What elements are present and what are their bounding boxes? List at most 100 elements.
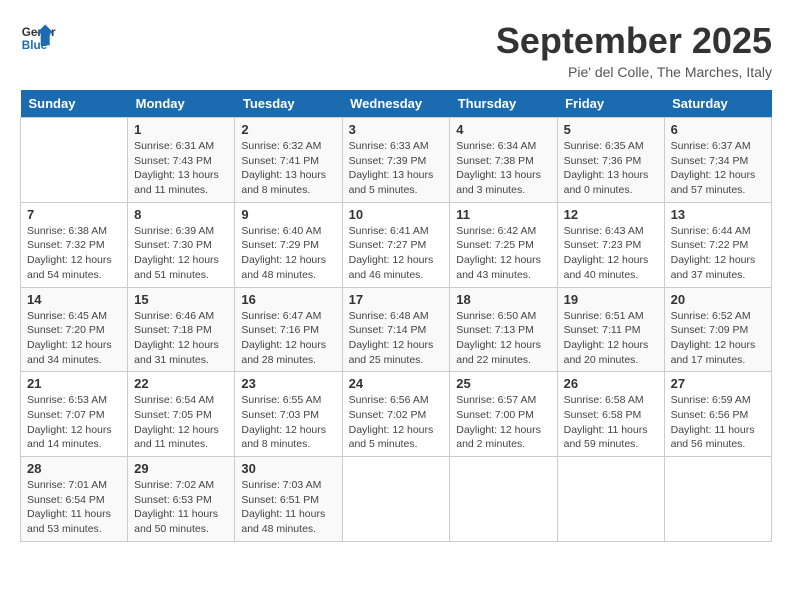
calendar-cell: 9 Sunrise: 6:40 AMSunset: 7:29 PMDayligh… — [235, 202, 342, 287]
day-number: 6 — [671, 122, 765, 137]
day-info: Sunrise: 6:52 AMSunset: 7:09 PMDaylight:… — [671, 309, 765, 368]
calendar-cell: 4 Sunrise: 6:34 AMSunset: 7:38 PMDayligh… — [450, 118, 557, 203]
day-number: 8 — [134, 207, 228, 222]
calendar-table: Sunday Monday Tuesday Wednesday Thursday… — [20, 90, 772, 542]
day-info: Sunrise: 6:44 AMSunset: 7:22 PMDaylight:… — [671, 224, 765, 283]
day-number: 17 — [349, 292, 444, 307]
day-number: 25 — [456, 376, 550, 391]
col-friday: Friday — [557, 90, 664, 118]
day-info: Sunrise: 6:32 AMSunset: 7:41 PMDaylight:… — [241, 139, 335, 198]
calendar-cell: 17 Sunrise: 6:48 AMSunset: 7:14 PMDaylig… — [342, 287, 450, 372]
calendar-cell — [21, 118, 128, 203]
day-number: 14 — [27, 292, 121, 307]
calendar-cell: 22 Sunrise: 6:54 AMSunset: 7:05 PMDaylig… — [128, 372, 235, 457]
calendar-cell — [664, 457, 771, 542]
day-number: 19 — [564, 292, 658, 307]
day-info: Sunrise: 6:41 AMSunset: 7:27 PMDaylight:… — [349, 224, 444, 283]
col-thursday: Thursday — [450, 90, 557, 118]
day-number: 5 — [564, 122, 658, 137]
day-info: Sunrise: 6:51 AMSunset: 7:11 PMDaylight:… — [564, 309, 658, 368]
calendar-cell: 12 Sunrise: 6:43 AMSunset: 7:23 PMDaylig… — [557, 202, 664, 287]
calendar-cell: 2 Sunrise: 6:32 AMSunset: 7:41 PMDayligh… — [235, 118, 342, 203]
calendar-cell: 15 Sunrise: 6:46 AMSunset: 7:18 PMDaylig… — [128, 287, 235, 372]
day-number: 2 — [241, 122, 335, 137]
day-info: Sunrise: 6:58 AMSunset: 6:58 PMDaylight:… — [564, 393, 658, 452]
day-number: 28 — [27, 461, 121, 476]
calendar-week-4: 28 Sunrise: 7:01 AMSunset: 6:54 PMDaylig… — [21, 457, 772, 542]
day-number: 23 — [241, 376, 335, 391]
day-info: Sunrise: 6:55 AMSunset: 7:03 PMDaylight:… — [241, 393, 335, 452]
day-info: Sunrise: 6:33 AMSunset: 7:39 PMDaylight:… — [349, 139, 444, 198]
day-number: 13 — [671, 207, 765, 222]
day-info: Sunrise: 6:50 AMSunset: 7:13 PMDaylight:… — [456, 309, 550, 368]
day-info: Sunrise: 6:57 AMSunset: 7:00 PMDaylight:… — [456, 393, 550, 452]
calendar-cell: 30 Sunrise: 7:03 AMSunset: 6:51 PMDaylig… — [235, 457, 342, 542]
header-row: Sunday Monday Tuesday Wednesday Thursday… — [21, 90, 772, 118]
day-info: Sunrise: 6:53 AMSunset: 7:07 PMDaylight:… — [27, 393, 121, 452]
calendar-week-1: 7 Sunrise: 6:38 AMSunset: 7:32 PMDayligh… — [21, 202, 772, 287]
day-number: 29 — [134, 461, 228, 476]
day-info: Sunrise: 6:43 AMSunset: 7:23 PMDaylight:… — [564, 224, 658, 283]
calendar-cell: 26 Sunrise: 6:58 AMSunset: 6:58 PMDaylig… — [557, 372, 664, 457]
day-info: Sunrise: 6:45 AMSunset: 7:20 PMDaylight:… — [27, 309, 121, 368]
calendar-cell: 24 Sunrise: 6:56 AMSunset: 7:02 PMDaylig… — [342, 372, 450, 457]
col-sunday: Sunday — [21, 90, 128, 118]
day-number: 26 — [564, 376, 658, 391]
calendar-cell: 3 Sunrise: 6:33 AMSunset: 7:39 PMDayligh… — [342, 118, 450, 203]
day-info: Sunrise: 6:34 AMSunset: 7:38 PMDaylight:… — [456, 139, 550, 198]
day-info: Sunrise: 6:37 AMSunset: 7:34 PMDaylight:… — [671, 139, 765, 198]
calendar-cell: 11 Sunrise: 6:42 AMSunset: 7:25 PMDaylig… — [450, 202, 557, 287]
calendar-cell: 14 Sunrise: 6:45 AMSunset: 7:20 PMDaylig… — [21, 287, 128, 372]
day-info: Sunrise: 6:47 AMSunset: 7:16 PMDaylight:… — [241, 309, 335, 368]
day-number: 22 — [134, 376, 228, 391]
location-subtitle: Pie' del Colle, The Marches, Italy — [496, 64, 772, 80]
day-info: Sunrise: 6:38 AMSunset: 7:32 PMDaylight:… — [27, 224, 121, 283]
calendar-cell: 1 Sunrise: 6:31 AMSunset: 7:43 PMDayligh… — [128, 118, 235, 203]
calendar-cell: 25 Sunrise: 6:57 AMSunset: 7:00 PMDaylig… — [450, 372, 557, 457]
day-info: Sunrise: 6:35 AMSunset: 7:36 PMDaylight:… — [564, 139, 658, 198]
calendar-week-2: 14 Sunrise: 6:45 AMSunset: 7:20 PMDaylig… — [21, 287, 772, 372]
calendar-week-3: 21 Sunrise: 6:53 AMSunset: 7:07 PMDaylig… — [21, 372, 772, 457]
day-number: 9 — [241, 207, 335, 222]
day-info: Sunrise: 6:46 AMSunset: 7:18 PMDaylight:… — [134, 309, 228, 368]
day-number: 1 — [134, 122, 228, 137]
day-info: Sunrise: 6:31 AMSunset: 7:43 PMDaylight:… — [134, 139, 228, 198]
day-info: Sunrise: 7:03 AMSunset: 6:51 PMDaylight:… — [241, 478, 335, 537]
day-number: 21 — [27, 376, 121, 391]
day-number: 30 — [241, 461, 335, 476]
calendar-cell: 27 Sunrise: 6:59 AMSunset: 6:56 PMDaylig… — [664, 372, 771, 457]
calendar-cell — [557, 457, 664, 542]
calendar-cell: 5 Sunrise: 6:35 AMSunset: 7:36 PMDayligh… — [557, 118, 664, 203]
calendar-cell: 20 Sunrise: 6:52 AMSunset: 7:09 PMDaylig… — [664, 287, 771, 372]
day-info: Sunrise: 6:42 AMSunset: 7:25 PMDaylight:… — [456, 224, 550, 283]
calendar-cell: 28 Sunrise: 7:01 AMSunset: 6:54 PMDaylig… — [21, 457, 128, 542]
day-number: 3 — [349, 122, 444, 137]
day-number: 11 — [456, 207, 550, 222]
calendar-cell: 18 Sunrise: 6:50 AMSunset: 7:13 PMDaylig… — [450, 287, 557, 372]
logo: General Blue — [20, 20, 56, 56]
day-number: 7 — [27, 207, 121, 222]
calendar-cell: 23 Sunrise: 6:55 AMSunset: 7:03 PMDaylig… — [235, 372, 342, 457]
header: General Blue September 2025 Pie' del Col… — [20, 20, 772, 80]
day-number: 4 — [456, 122, 550, 137]
col-saturday: Saturday — [664, 90, 771, 118]
day-number: 27 — [671, 376, 765, 391]
day-info: Sunrise: 6:40 AMSunset: 7:29 PMDaylight:… — [241, 224, 335, 283]
day-info: Sunrise: 7:02 AMSunset: 6:53 PMDaylight:… — [134, 478, 228, 537]
day-info: Sunrise: 6:54 AMSunset: 7:05 PMDaylight:… — [134, 393, 228, 452]
day-info: Sunrise: 6:39 AMSunset: 7:30 PMDaylight:… — [134, 224, 228, 283]
calendar-cell — [342, 457, 450, 542]
calendar-cell: 13 Sunrise: 6:44 AMSunset: 7:22 PMDaylig… — [664, 202, 771, 287]
calendar-cell: 8 Sunrise: 6:39 AMSunset: 7:30 PMDayligh… — [128, 202, 235, 287]
col-tuesday: Tuesday — [235, 90, 342, 118]
calendar-cell: 7 Sunrise: 6:38 AMSunset: 7:32 PMDayligh… — [21, 202, 128, 287]
logo-icon: General Blue — [20, 20, 56, 56]
day-number: 12 — [564, 207, 658, 222]
day-info: Sunrise: 6:56 AMSunset: 7:02 PMDaylight:… — [349, 393, 444, 452]
calendar-cell: 6 Sunrise: 6:37 AMSunset: 7:34 PMDayligh… — [664, 118, 771, 203]
day-number: 18 — [456, 292, 550, 307]
calendar-cell: 10 Sunrise: 6:41 AMSunset: 7:27 PMDaylig… — [342, 202, 450, 287]
day-info: Sunrise: 6:48 AMSunset: 7:14 PMDaylight:… — [349, 309, 444, 368]
calendar-cell: 21 Sunrise: 6:53 AMSunset: 7:07 PMDaylig… — [21, 372, 128, 457]
calendar-cell — [450, 457, 557, 542]
